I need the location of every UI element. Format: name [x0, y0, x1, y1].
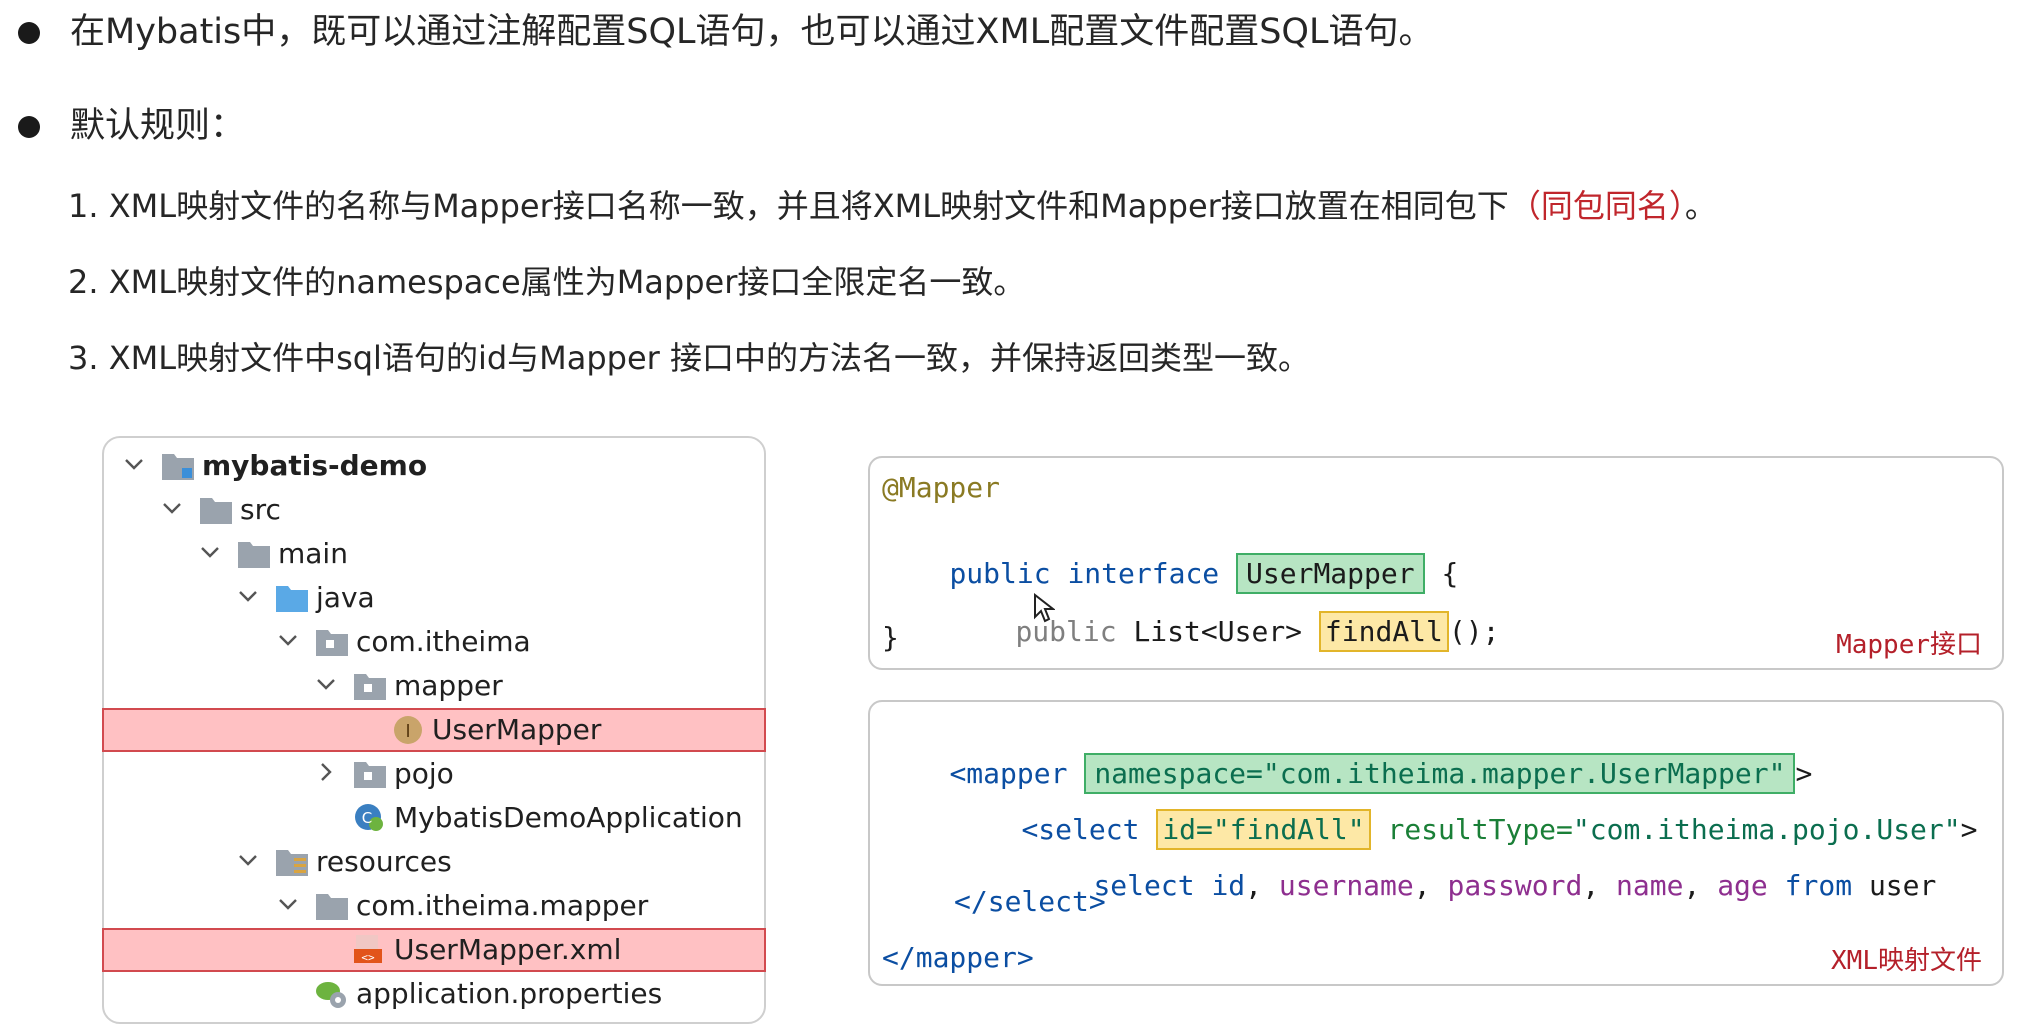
source-folder-icon	[276, 586, 308, 612]
project-tree-panel: mybatis-demo src main java com.itheima m…	[102, 436, 766, 1024]
chevron-down-icon[interactable]	[236, 848, 260, 872]
annotation-line: @Mapper	[882, 471, 1001, 504]
package-icon	[316, 630, 348, 656]
rule-tail: 。	[1684, 187, 1717, 225]
chevron-down-icon[interactable]	[276, 628, 300, 652]
sql-keyword-from: from	[1784, 869, 1853, 902]
resources-folder-icon	[276, 850, 308, 876]
tree-item-pojo[interactable]: pojo	[104, 752, 764, 796]
rule-text: XML映射文件的名称与Mapper接口名称一致，并且将XML映射文件和Mappe…	[108, 187, 1509, 225]
sql-comma: ,	[1413, 869, 1431, 902]
sql-column-id: id	[1211, 869, 1246, 902]
tree-item-label: UserMapper	[432, 713, 602, 746]
tree-item-label: main	[278, 537, 348, 570]
mouse-cursor-icon	[1034, 593, 1055, 623]
tree-item-com-itheima-mapper[interactable]: com.itheima.mapper	[104, 884, 764, 928]
properties-file-icon	[316, 982, 346, 1008]
rule-highlight: （同包同名）	[1508, 187, 1685, 225]
tree-item-label: com.itheima	[356, 625, 531, 658]
tree-item-label: mybatis-demo	[202, 449, 428, 482]
chevron-down-icon[interactable]	[122, 452, 146, 476]
mapper-interface-caption: Mapper接口	[1836, 630, 1982, 660]
xml-mapper-caption: XML映射文件	[1831, 946, 1982, 976]
sql-column-username: username	[1278, 869, 1414, 902]
tree-item-java[interactable]: java	[104, 576, 764, 620]
rule-number: 1.	[68, 187, 99, 225]
tree-item-label: MybatisDemoApplication	[394, 801, 743, 834]
tree-item-resources[interactable]: resources	[104, 840, 764, 884]
tree-item-mapper[interactable]: mapper	[104, 664, 764, 708]
spring-class-icon: C	[355, 804, 383, 831]
sql-column-age: age	[1717, 869, 1768, 902]
brace-close-line: }	[882, 621, 899, 654]
sql-statement-line: select id, username, password, name, age…	[1026, 826, 1936, 946]
svg-text:<>: <>	[361, 951, 375, 964]
tree-item-usermapper[interactable]: I UserMapper	[102, 708, 766, 752]
chevron-down-icon[interactable]	[314, 672, 338, 696]
method-name-highlight: findAll	[1318, 611, 1449, 652]
sql-comma: ,	[1582, 869, 1600, 902]
rule-2: 2. XML映射文件的namespace属性为Mapper接口全限定名一致。	[68, 260, 1025, 304]
chevron-down-icon[interactable]	[198, 540, 222, 564]
method-line: public List<User> findAll ();	[948, 572, 1499, 692]
interface-icon: I	[394, 716, 422, 744]
bullet-dot	[18, 116, 40, 138]
folder-icon	[238, 542, 270, 568]
sql-column-name: name	[1616, 869, 1684, 902]
sql-table-name: user	[1868, 869, 1937, 902]
tree-item-src[interactable]: src	[104, 488, 764, 532]
svg-text:I: I	[405, 721, 410, 742]
package-icon	[354, 762, 386, 788]
chevron-down-icon[interactable]	[160, 496, 184, 520]
tree-item-label: pojo	[394, 757, 454, 790]
tree-item-application-properties[interactable]: application.properties	[104, 972, 764, 1016]
tree-item-com-itheima[interactable]: com.itheima	[104, 620, 764, 664]
rule-text: XML映射文件中sql语句的id与Mapper 接口中的方法名一致，并保持返回类…	[108, 339, 1311, 377]
bullet-text-2: 默认规则：	[70, 106, 246, 146]
xml-mapper-code-box: <mapper namespace="com.itheima.mapper.Us…	[868, 700, 2004, 986]
sql-column-password: password	[1447, 869, 1583, 902]
tree-item-label: mapper	[394, 669, 503, 702]
bullet-dot	[18, 22, 40, 44]
tree-item-mybatis-demo[interactable]: mybatis-demo	[104, 444, 764, 488]
tree-item-label: java	[316, 581, 375, 614]
tree-item-label: com.itheima.mapper	[356, 889, 649, 922]
select-close-line: </select>	[954, 885, 1106, 918]
module-folder-icon	[162, 454, 194, 480]
bullet-text-1: 在Mybatis中，既可以通过注解配置SQL语句，也可以通过XML配置文件配置S…	[70, 12, 1434, 52]
tree-item-mybatisdemoapplication[interactable]: C MybatisDemoApplication	[104, 796, 764, 840]
svg-text:C: C	[362, 809, 372, 827]
tree-item-main[interactable]: main	[104, 532, 764, 576]
return-type: List<User>	[1133, 615, 1303, 648]
folder-icon	[316, 894, 348, 920]
package-icon	[354, 674, 386, 700]
rule-1: 1. XML映射文件的名称与Mapper接口名称一致，并且将XML映射文件和Ma…	[68, 184, 1717, 228]
sql-keyword-select: select	[1093, 869, 1195, 902]
rule-number: 3.	[68, 339, 99, 377]
rule-3: 3. XML映射文件中sql语句的id与Mapper 接口中的方法名一致，并保持…	[68, 336, 1310, 380]
rule-number: 2.	[68, 263, 99, 301]
chevron-down-icon[interactable]	[236, 584, 260, 608]
tree-item-usermapper-xml[interactable]: <> UserMapper.xml	[102, 928, 766, 972]
sql-comma: ,	[1683, 869, 1701, 902]
xml-file-icon: <>	[354, 935, 382, 964]
chevron-down-icon[interactable]	[276, 892, 300, 916]
select-gt: >	[1960, 813, 1978, 846]
rule-text: XML映射文件的namespace属性为Mapper接口全限定名一致。	[108, 263, 1026, 301]
folder-icon	[200, 498, 232, 524]
tree-item-label: application.properties	[356, 977, 663, 1010]
sql-comma: ,	[1245, 869, 1263, 902]
tree-item-label: src	[240, 493, 281, 526]
tree-item-label: resources	[316, 845, 452, 878]
method-tail: ();	[1448, 615, 1500, 648]
tree-item-label: UserMapper.xml	[394, 933, 622, 966]
mapper-close-line: </mapper>	[882, 941, 1034, 974]
chevron-right-icon[interactable]	[314, 760, 338, 784]
method-modifier: public	[1015, 615, 1117, 648]
mapper-interface-code-box: @Mapper public interface UserMapper { pu…	[868, 456, 2004, 670]
